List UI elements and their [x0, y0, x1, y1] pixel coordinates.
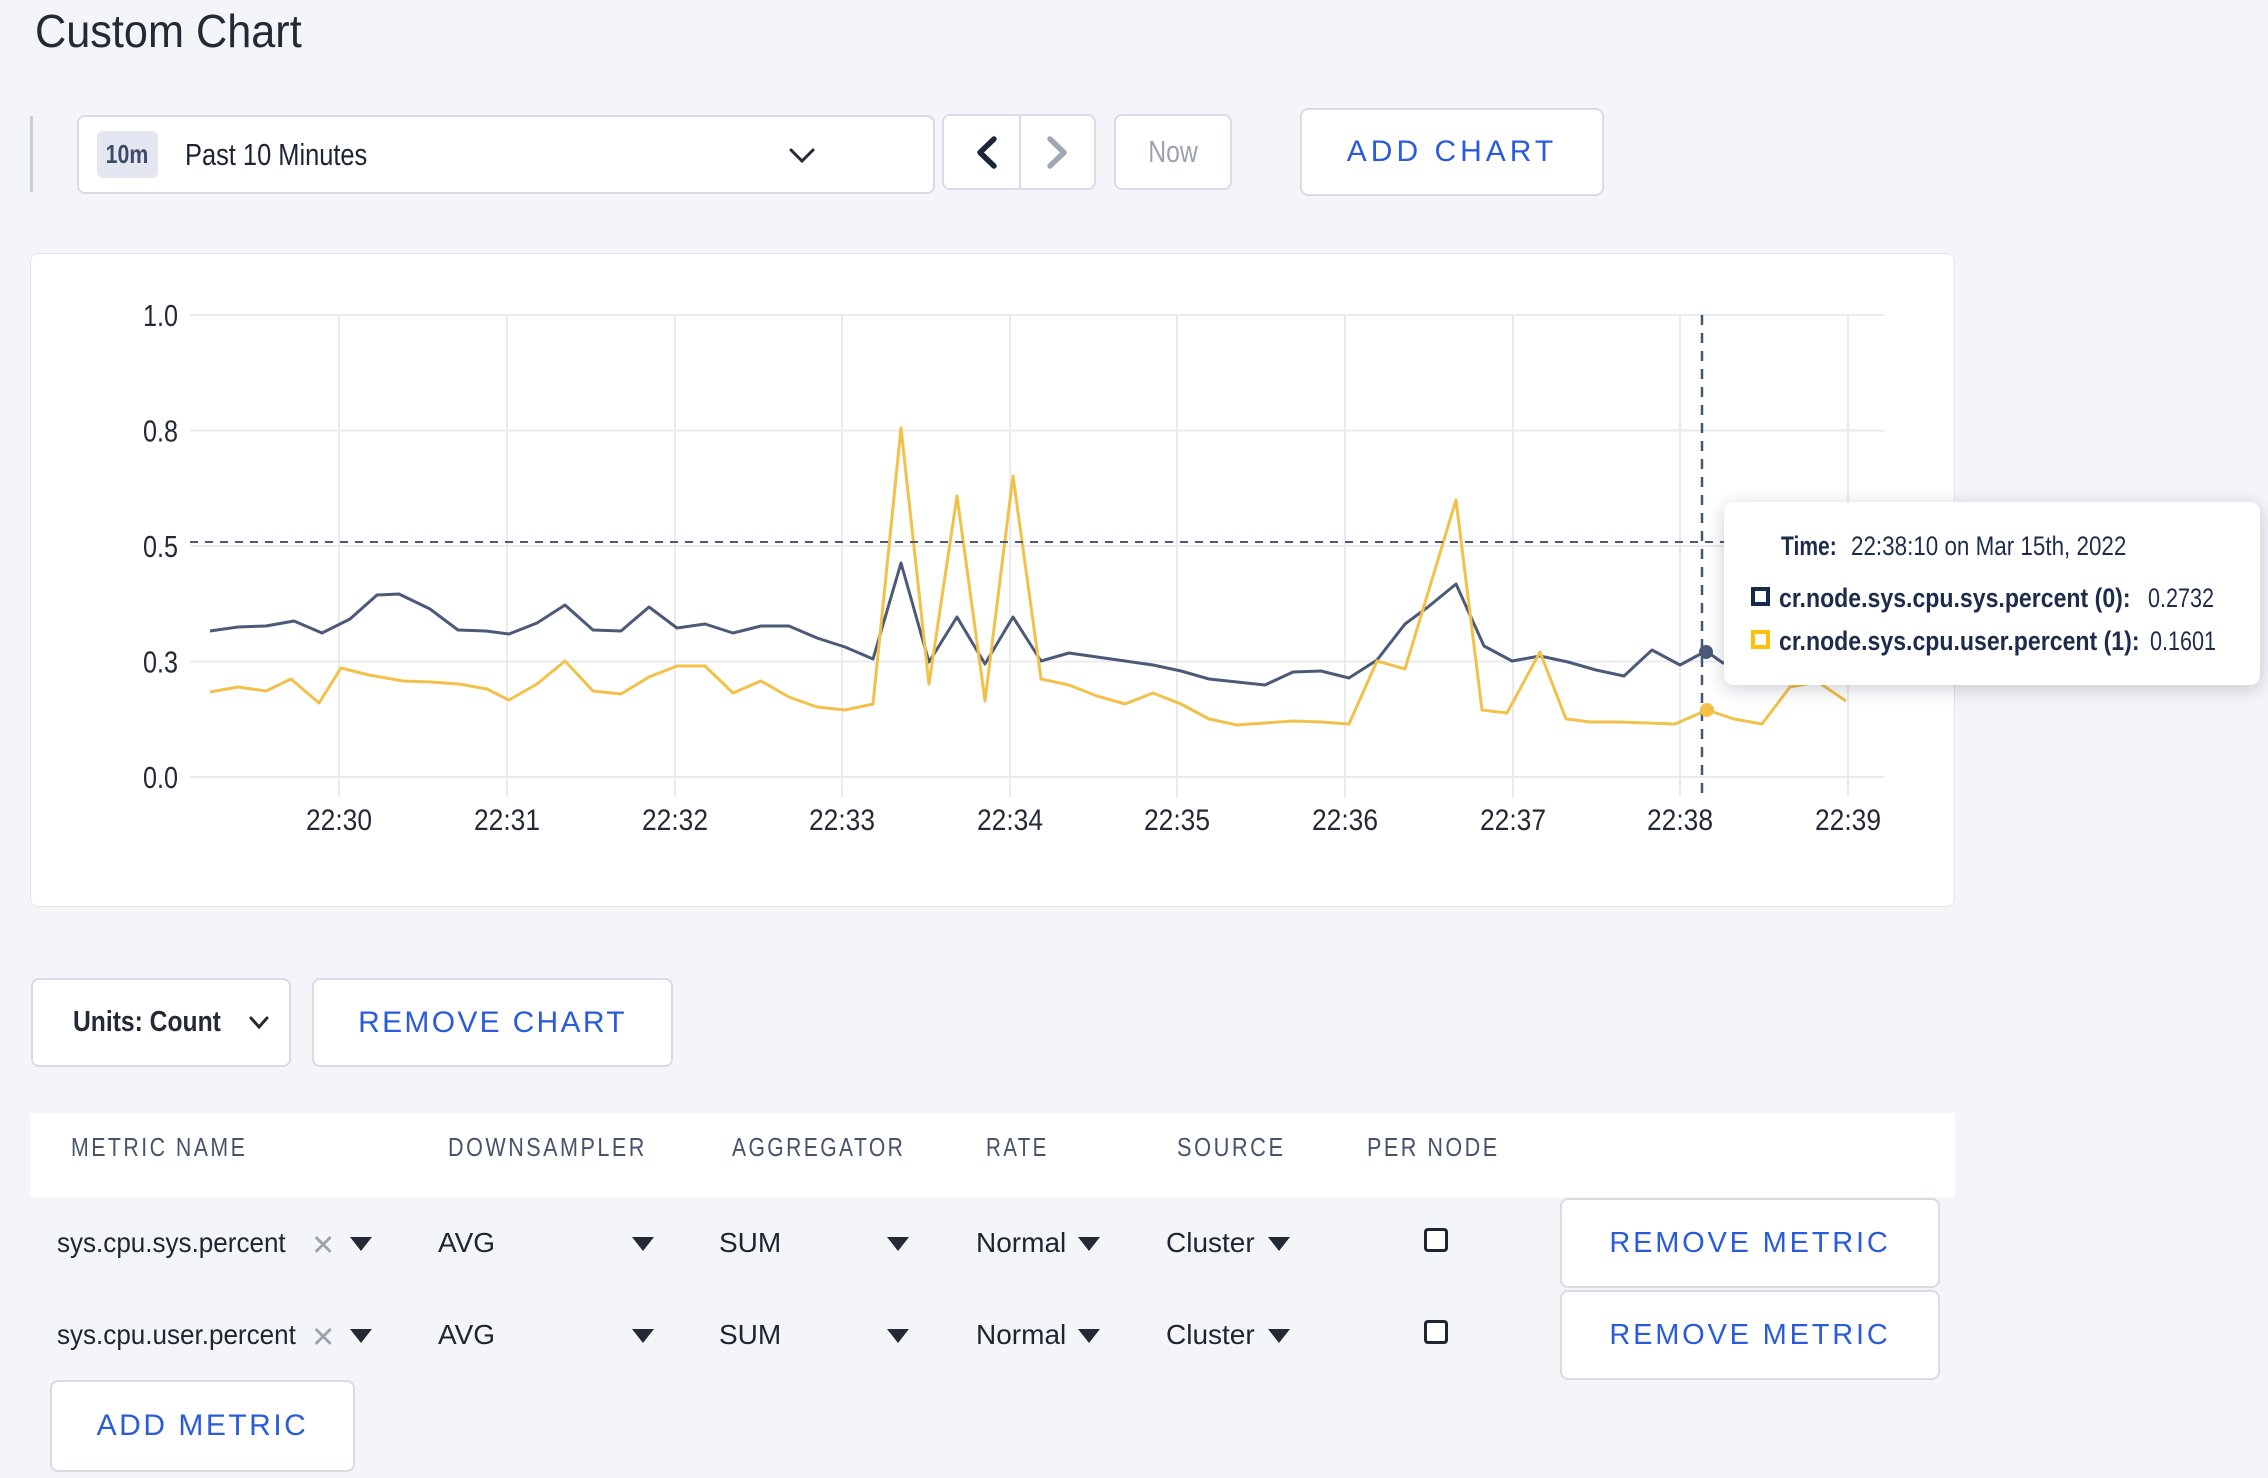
- svg-text:22:39: 22:39: [1815, 804, 1881, 837]
- svg-text:22:34: 22:34: [977, 804, 1043, 837]
- svg-text:22:37: 22:37: [1480, 804, 1546, 837]
- svg-text:0.0: 0.0: [143, 760, 178, 795]
- svg-text:22:32: 22:32: [642, 804, 708, 837]
- svg-text:1.0: 1.0: [143, 298, 178, 333]
- svg-text:22:31: 22:31: [474, 804, 540, 837]
- svg-text:22:38: 22:38: [1647, 804, 1713, 837]
- svg-text:22:33: 22:33: [809, 804, 875, 837]
- svg-text:22:35: 22:35: [1144, 804, 1210, 837]
- svg-text:22:30: 22:30: [306, 804, 372, 837]
- svg-text:0.8: 0.8: [143, 414, 178, 449]
- svg-text:22:36: 22:36: [1312, 804, 1378, 837]
- svg-text:0.3: 0.3: [143, 645, 178, 680]
- svg-text:0.5: 0.5: [143, 529, 178, 564]
